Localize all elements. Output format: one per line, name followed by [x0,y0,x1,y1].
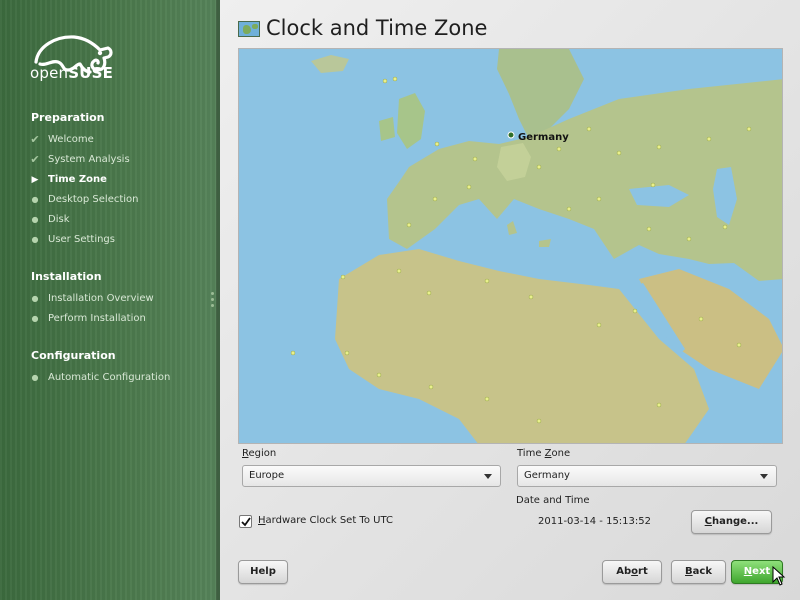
step-installation-overview: Installation Overview [48,293,154,304]
step-perform-installation: Perform Installation [48,313,146,324]
mouse-pointer-icon [772,566,786,586]
abort-button[interactable]: Abort [602,560,662,584]
land-ireland [379,117,395,141]
region-label: Region [242,448,277,459]
check-icon: ✔ [30,153,40,166]
timezone-combobox[interactable]: Germany [517,465,777,487]
main-panel: Clock and Time Zone Germany Region Europ… [220,0,800,600]
step-automatic-configuration: Automatic Configuration [48,372,171,383]
date-time-label: Date and Time [516,495,590,506]
section-preparation: Preparation [31,111,105,124]
sidebar: openSUSE Preparation ✔ Welcome ✔ System … [0,0,220,600]
timezone-label: Time Zone [517,448,571,459]
back-button[interactable]: Back [671,560,726,584]
step-time-zone: Time Zone [48,174,107,185]
sidebar-resize-handle[interactable] [211,292,215,310]
step-disk: Disk [48,214,70,225]
page-title: Clock and Time Zone [266,16,488,40]
bullet-icon: ● [31,373,39,382]
section-configuration: Configuration [31,349,116,362]
bullet-icon: ● [31,195,39,204]
timezone-value: Germany [524,470,570,481]
timezone-map[interactable]: Germany [238,48,783,444]
bullet-icon: ● [31,314,39,323]
world-map-image[interactable]: Germany [239,49,783,444]
bullet-icon: ● [31,215,39,224]
change-button[interactable]: Change... [691,510,772,534]
chevron-down-icon [484,474,492,479]
hardware-clock-checkbox[interactable] [239,515,252,528]
world-map-icon [238,21,260,37]
opensuse-wordmark: openSUSE [30,64,114,82]
region-combobox[interactable]: Europe [242,465,501,487]
bullet-icon: ● [31,294,39,303]
map-selected-label: Germany [518,132,569,143]
bullet-icon: ● [31,235,39,244]
section-installation: Installation [31,270,102,283]
play-arrow-icon: ▶ [31,175,39,185]
date-time-value: 2011-03-14 - 15:13:52 [538,516,651,527]
step-desktop-selection: Desktop Selection [48,194,139,205]
step-system-analysis: System Analysis [48,154,130,165]
help-button[interactable]: Help [238,560,288,584]
hardware-clock-label[interactable]: Hardware Clock Set To UTC [258,515,393,526]
check-icon: ✔ [30,133,40,146]
step-welcome: Welcome [48,134,94,145]
region-value: Europe [249,470,285,481]
step-user-settings: User Settings [48,234,115,245]
chevron-down-icon [760,474,768,479]
selected-marker [507,131,515,139]
checkmark-icon [241,517,251,527]
